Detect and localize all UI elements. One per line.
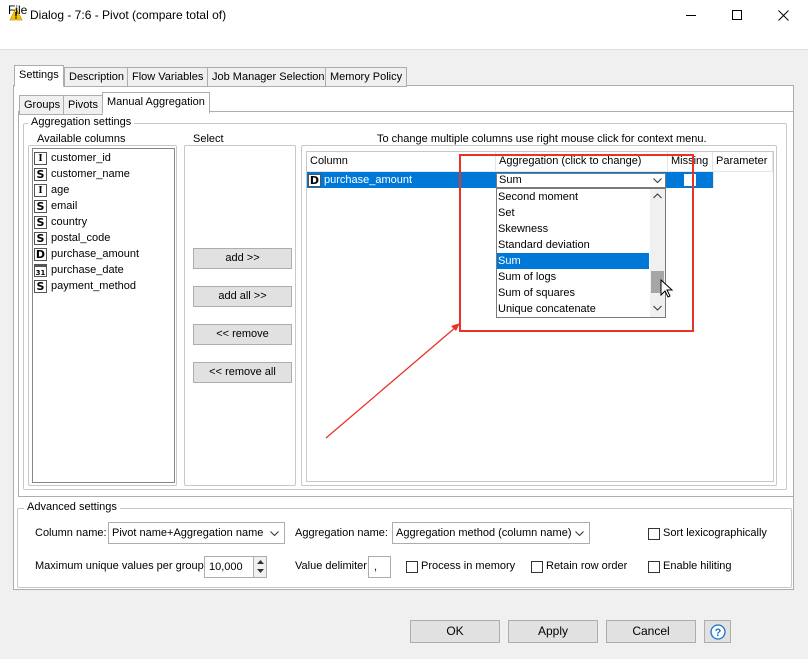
menu-bar [0,30,808,50]
process-in-memory-label: Process in memory [421,560,516,572]
annotation-highlight-box [459,154,694,332]
apply-button[interactable]: Apply [508,620,598,643]
svg-text:?: ? [715,627,722,639]
close-button[interactable] [760,0,806,30]
advanced-settings-title: Advanced settings [24,501,120,513]
double-type-icon: D [308,174,321,187]
minimize-icon [685,14,696,16]
remove-all-button[interactable]: << remove all [193,362,292,383]
menu-file[interactable]: File [8,3,27,17]
window-title: Dialog - 7:6 - Pivot (compare total of) [30,8,227,22]
list-item[interactable]: Iage [34,182,69,198]
annotation-arrow [325,323,460,439]
sort-lexicographically-checkbox[interactable] [648,528,660,540]
tab-description[interactable]: Description [64,67,130,87]
double-type-icon: D [34,247,47,261]
string-type-icon: S [34,215,47,229]
list-item[interactable]: Dpurchase_amount [34,246,139,262]
tab-flow-variables[interactable]: Flow Variables [127,67,209,87]
maximize-icon [731,9,742,20]
spinner-down-icon[interactable] [257,569,264,573]
retain-row-order-checkbox[interactable] [531,561,543,573]
chevron-down-icon [270,531,279,537]
value-delimiter-label: Value delimiter [295,560,367,572]
max-unique-label: Maximum unique values per group [35,560,204,572]
add-button[interactable]: add >> [193,248,292,269]
subtab-manual-aggregation[interactable]: Manual Aggregation [102,92,210,114]
column-name: country [51,216,88,228]
integer-type-icon: I [34,151,47,165]
enable-hiliting-checkbox[interactable] [648,561,660,573]
aggregation-name-label: Aggregation name: [295,527,388,539]
minimize-button[interactable] [668,0,714,30]
list-item[interactable]: Semail [34,198,77,214]
ok-button[interactable]: OK [410,620,500,643]
string-type-icon: S [34,199,47,213]
list-item[interactable]: Spostal_code [34,230,110,246]
close-icon [777,9,789,21]
max-unique-spinner[interactable]: 10,000 [204,556,267,578]
aggregation-name-value: Aggregation method (column name) [396,527,572,539]
enable-hiliting-label: Enable hiliting [663,560,732,572]
tab-settings[interactable]: Settings [14,65,64,87]
aggregation-settings-title: Aggregation settings [28,116,135,128]
remove-button[interactable]: << remove [193,324,292,345]
column-name-label: Column name: [35,527,107,539]
list-item[interactable]: 31 purchase_date [34,262,124,278]
column-name-combo[interactable]: Pivot name+Aggregation name [108,522,285,544]
max-unique-value: 10,000 [209,561,243,573]
help-icon: ? [710,624,726,640]
row-column-name: purchase_amount [324,174,413,186]
chevron-down-icon [575,531,584,537]
spinner-buttons[interactable] [253,557,266,577]
sort-lexicographically-label: Sort lexicographically [663,527,767,539]
column-name: purchase_date [51,264,124,276]
tab-job-manager-selection[interactable]: Job Manager Selection [207,67,330,87]
available-columns-title: Available columns [34,133,129,145]
string-type-icon: S [34,279,47,293]
row-parameter-cell[interactable] [713,172,773,188]
spinner-up-icon[interactable] [257,560,264,564]
tab-memory-policy[interactable]: Memory Policy [325,67,408,87]
select-title: Select [190,133,227,145]
string-type-icon: S [34,231,47,245]
column-name: email [51,200,78,212]
maximize-button[interactable] [714,0,760,30]
list-item[interactable]: Scountry [34,214,87,230]
date-type-icon: 31 [34,263,47,277]
column-name: payment_method [51,280,136,292]
list-item[interactable]: Scustomer_name [34,166,130,182]
column-name: postal_code [51,232,111,244]
string-type-icon: S [34,167,47,181]
select-group [184,145,296,486]
column-name: customer_name [51,168,130,180]
column-name: purchase_amount [51,248,140,260]
header-parameter[interactable]: Parameter [713,152,773,171]
add-all-button[interactable]: add all >> [193,286,292,307]
subtab-groups[interactable]: Groups [19,95,66,115]
context-menu-hint: To change multiple columns use right mou… [374,133,710,145]
subtab-pivots[interactable]: Pivots [63,95,103,115]
advanced-settings-group [17,508,792,588]
retain-row-order-label: Retain row order [546,560,628,572]
process-in-memory-checkbox[interactable] [406,561,418,573]
column-name: age [51,184,70,196]
list-item[interactable]: Icustomer_id [34,150,111,166]
aggregation-name-combo[interactable]: Aggregation method (column name) [392,522,590,544]
integer-type-icon: I [34,183,47,197]
list-item[interactable]: Spayment_method [34,278,136,294]
column-name-value: Pivot name+Aggregation name [112,527,264,539]
cancel-button[interactable]: Cancel [606,620,696,643]
value-delimiter-input[interactable]: , [368,556,391,578]
column-name: customer_id [51,152,111,164]
help-button[interactable]: ? [704,620,731,643]
